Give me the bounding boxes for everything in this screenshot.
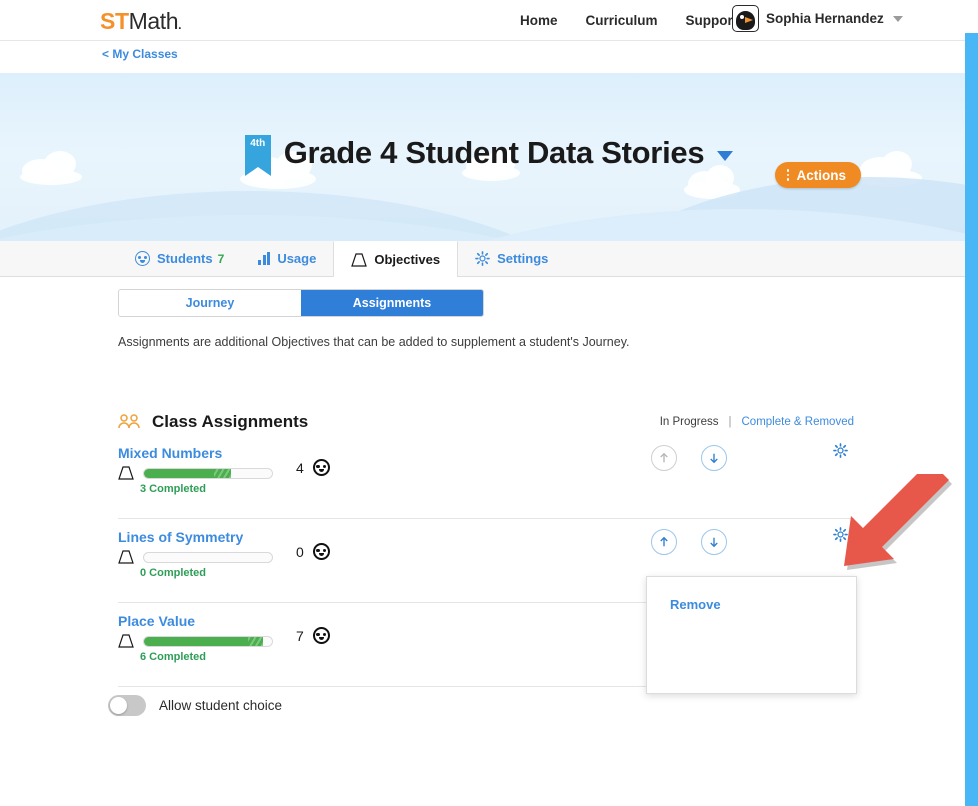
progress-stripe — [247, 636, 264, 646]
gear-icon — [833, 527, 848, 542]
gear-icon — [475, 251, 490, 266]
menu-item-remove[interactable]: Remove — [670, 597, 721, 612]
trapezoid-icon — [118, 466, 134, 480]
tab-usage-label: Usage — [277, 251, 317, 266]
allow-student-choice-toggle[interactable] — [108, 695, 146, 716]
penguin-avatar-icon — [732, 5, 759, 32]
move-down-button[interactable] — [701, 529, 727, 555]
actions-button[interactable]: Actions — [774, 162, 861, 188]
logo-math-text: Math — [128, 8, 179, 34]
class-tab-bar: Students 7 Usage Objectives Settings — [0, 241, 978, 277]
progress-stripe — [214, 468, 232, 478]
assignment-progress — [118, 634, 273, 648]
user-menu[interactable]: Sophia Hernandez — [732, 5, 903, 32]
tab-students[interactable]: Students 7 — [118, 241, 241, 276]
completed-label: 0 Completed — [140, 567, 207, 579]
grade-badge-label: 4th — [250, 138, 266, 149]
grade-ribbon-icon: 4th — [244, 135, 271, 176]
table-row: Mixed Numbers 4 3 Completed — [118, 435, 854, 519]
filter-complete-removed[interactable]: Complete & Removed — [742, 416, 855, 428]
breadcrumb-bar: < My Classes — [0, 41, 978, 73]
vertical-scrollbar[interactable] — [965, 33, 978, 806]
assignment-name-link[interactable]: Lines of Symmetry — [118, 529, 243, 545]
student-count: 0 — [296, 543, 330, 560]
arrow-up-icon — [660, 536, 668, 547]
nav-home[interactable]: Home — [520, 13, 558, 28]
tab-settings-label: Settings — [497, 251, 549, 266]
student-count: 7 — [296, 627, 330, 644]
class-hero-banner: 4th Grade 4 Student Data Stories Actions — [0, 73, 978, 241]
chevron-down-icon — [892, 15, 903, 22]
kebab-menu-icon — [786, 169, 790, 181]
journey-assignments-toggle: Journey Assignments — [118, 289, 484, 317]
assignment-options-button[interactable] — [833, 443, 848, 461]
logo-st-text: ST — [100, 8, 129, 34]
user-name-label: Sophia Hernandez — [766, 11, 884, 26]
progress-bar — [143, 551, 273, 563]
completed-label: 6 Completed — [140, 651, 207, 663]
arrow-up-icon — [660, 452, 668, 463]
top-navigation-bar: STMath. Home Curriculum Support Sophia H… — [0, 0, 978, 41]
filter-in-progress[interactable]: In Progress — [660, 416, 719, 428]
move-up-button[interactable] — [651, 445, 677, 471]
student-count: 4 — [296, 459, 330, 476]
bar-chart-icon — [258, 252, 271, 265]
smiley-face-icon — [135, 251, 150, 266]
allow-student-choice-row: Allow student choice — [108, 695, 282, 716]
assignment-name-link[interactable]: Place Value — [118, 613, 195, 629]
student-count-value: 7 — [296, 627, 304, 644]
assignment-options-button[interactable] — [833, 527, 848, 545]
tab-settings[interactable]: Settings — [458, 241, 565, 276]
allow-student-choice-label: Allow student choice — [159, 698, 283, 713]
breadcrumb-my-classes[interactable]: < My Classes — [102, 47, 178, 61]
student-face-icon — [312, 627, 330, 644]
arrow-down-icon — [710, 453, 718, 464]
nav-support[interactable]: Support — [686, 13, 738, 28]
move-up-button[interactable] — [651, 529, 677, 555]
cloud-decoration — [20, 169, 82, 185]
section-title: Class Assignments — [152, 412, 309, 431]
student-count-value: 4 — [296, 459, 304, 476]
class-switcher-chevron-down-icon[interactable] — [717, 151, 734, 161]
actions-button-label: Actions — [796, 167, 846, 183]
student-face-icon — [312, 543, 330, 560]
filter-separator: | — [728, 416, 732, 428]
segment-assignments[interactable]: Assignments — [301, 290, 483, 316]
toggle-knob — [110, 697, 127, 714]
nav-curriculum[interactable]: Curriculum — [586, 13, 658, 28]
gear-icon — [833, 443, 848, 458]
trapezoid-icon — [351, 252, 368, 267]
student-face-icon — [312, 459, 330, 476]
assignment-progress — [118, 466, 273, 480]
logo-dot: . — [178, 18, 182, 32]
segment-journey[interactable]: Journey — [119, 290, 301, 316]
completed-label: 3 Completed — [140, 483, 207, 495]
page-title: Grade 4 Student Data Stories — [283, 135, 705, 170]
tab-objectives-label: Objectives — [374, 252, 441, 267]
arrow-down-icon — [710, 537, 718, 548]
primary-nav-links: Home Curriculum Support — [520, 0, 737, 41]
class-assignments-header: Class Assignments In Progress | Complete… — [118, 412, 854, 432]
move-down-button[interactable] — [701, 445, 727, 471]
assignments-description: Assignments are additional Objectives th… — [118, 335, 630, 349]
stmath-logo[interactable]: STMath. — [100, 8, 181, 35]
student-count-value: 0 — [296, 543, 304, 560]
trapezoid-icon — [118, 550, 134, 564]
assignment-filters: In Progress | Complete & Removed — [660, 416, 854, 428]
progress-fill — [144, 468, 215, 478]
tab-students-count: 7 — [217, 251, 225, 266]
tab-students-label: Students — [157, 251, 213, 266]
assignment-name-link[interactable]: Mixed Numbers — [118, 445, 222, 461]
assignment-context-menu: Remove — [646, 576, 857, 694]
tab-usage[interactable]: Usage — [241, 241, 333, 276]
tab-objectives[interactable]: Objectives — [333, 241, 459, 277]
progress-bar — [143, 635, 273, 647]
trapezoid-icon — [118, 634, 134, 648]
progress-fill — [144, 636, 248, 646]
people-icon — [118, 414, 140, 429]
assignment-progress — [118, 550, 273, 564]
progress-bar — [143, 467, 273, 479]
objectives-content: Journey Assignments Assignments are addi… — [0, 277, 978, 804]
